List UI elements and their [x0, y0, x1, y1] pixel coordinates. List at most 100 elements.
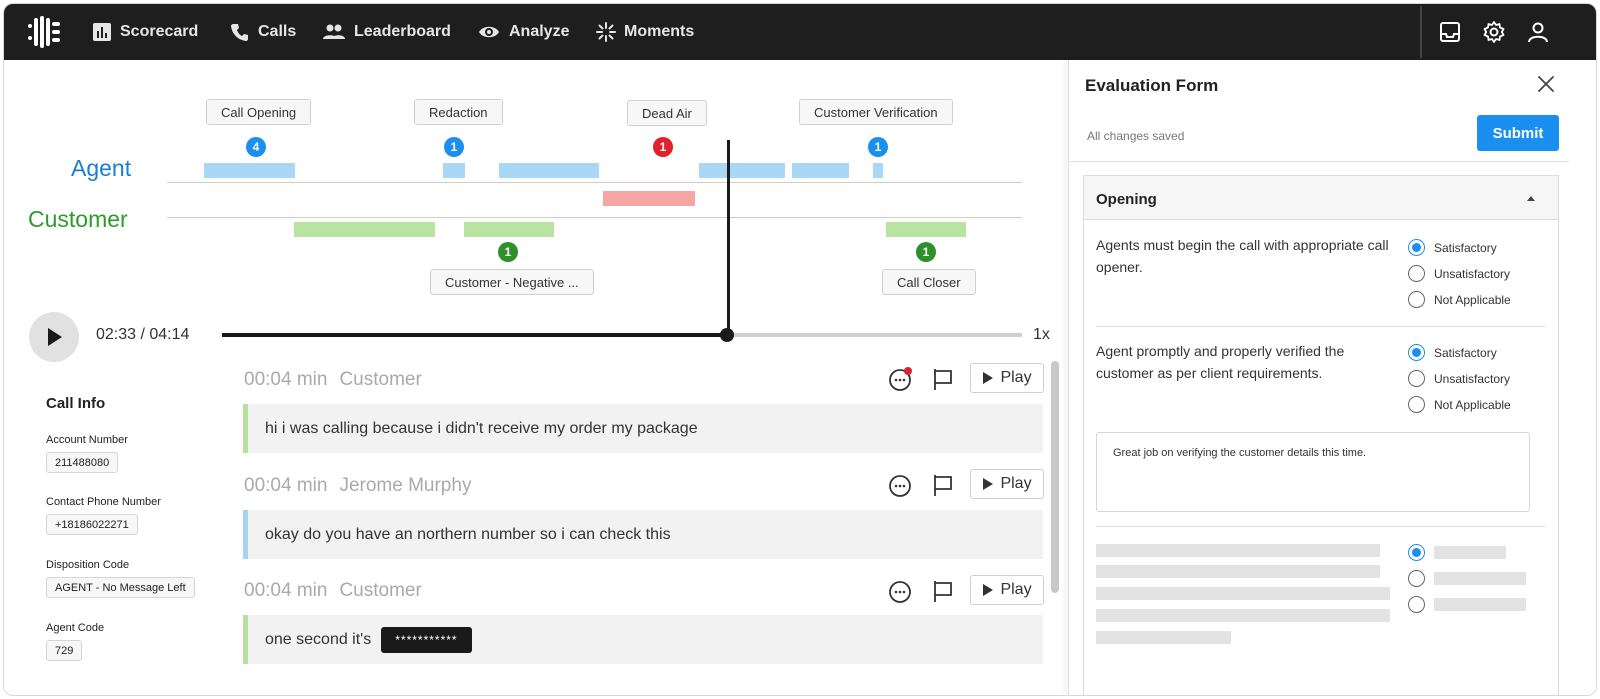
inbox-icon[interactable]	[1438, 20, 1462, 44]
transcript-scrollbar[interactable]	[1051, 361, 1059, 593]
play-icon	[983, 584, 994, 596]
playback-speed[interactable]: 1x	[1033, 326, 1050, 344]
moment-tag-customer-verification[interactable]: Customer Verification	[799, 99, 953, 125]
play-segment-button[interactable]: Play	[970, 575, 1044, 605]
flag-icon[interactable]	[930, 366, 956, 392]
nav-analyze[interactable]: Analyze	[477, 4, 569, 60]
app-window: Scorecard Calls Leaderboard Analyze Mome…	[3, 3, 1597, 696]
moment-count-badge[interactable]: 4	[246, 137, 266, 157]
option-satisfactory[interactable]: Satisfactory	[1408, 239, 1497, 256]
user-icon[interactable]	[1526, 20, 1550, 44]
message-text: one second it's	[265, 630, 372, 648]
submit-button[interactable]: Submit	[1477, 115, 1559, 151]
agent-track-line	[167, 182, 1022, 183]
option-placeholder[interactable]	[1408, 596, 1526, 613]
agent-label: Agent	[71, 155, 132, 181]
entry-speaker: Customer	[339, 369, 422, 390]
comment-icon[interactable]	[887, 578, 913, 604]
flag-icon[interactable]	[930, 578, 956, 604]
radio[interactable]	[1408, 596, 1425, 613]
option-unsatisfactory[interactable]: Unsatisfactory	[1408, 370, 1510, 387]
question-divider	[1096, 326, 1546, 327]
nav-calls[interactable]: Calls	[230, 4, 296, 60]
play-button[interactable]	[29, 312, 79, 362]
radio[interactable]	[1408, 291, 1425, 308]
account-number-value: 211488080	[46, 452, 119, 473]
close-icon[interactable]	[1535, 73, 1557, 95]
option-placeholder[interactable]	[1408, 544, 1506, 561]
eye-icon	[479, 26, 499, 38]
gear-icon[interactable]	[1482, 20, 1506, 44]
option-label: Not Applicable	[1434, 292, 1511, 307]
nav-label: Calls	[258, 23, 297, 40]
redacted-text: ***********	[381, 626, 472, 653]
moment-count-badge[interactable]: 1	[498, 242, 518, 262]
section-header[interactable]: Opening	[1084, 176, 1558, 220]
loading-placeholder	[1434, 546, 1506, 559]
play-segment-button[interactable]: Play	[970, 469, 1044, 499]
playhead-line[interactable]	[727, 140, 730, 336]
loading-placeholder	[1434, 598, 1526, 611]
comment-icon[interactable]	[887, 472, 913, 498]
nav-label: Leaderboard	[354, 23, 451, 40]
disposition-code-value: AGENT - No Message Left	[46, 577, 195, 598]
transcript-message: one second it's ***********	[243, 615, 1043, 664]
agent-speech-segment[interactable]	[443, 163, 465, 178]
option-unsatisfactory[interactable]: Unsatisfactory	[1408, 265, 1510, 282]
flag-icon[interactable]	[930, 472, 956, 498]
radio[interactable]	[1408, 370, 1425, 387]
agent-speech-segment[interactable]	[699, 163, 785, 178]
transcript-message: okay do you have an northern number so i…	[243, 510, 1043, 559]
logo-icon[interactable]	[26, 14, 62, 50]
radio-selected[interactable]	[1408, 544, 1425, 561]
entry-time: 00:04 min	[244, 580, 328, 601]
play-icon	[48, 328, 62, 346]
radio-selected[interactable]	[1408, 239, 1425, 256]
transcript-entry-header: 00:04 min Customer	[244, 369, 422, 391]
moment-count-badge[interactable]: 1	[653, 137, 673, 157]
loading-placeholder	[1096, 565, 1380, 578]
moment-count-badge[interactable]: 1	[868, 137, 888, 157]
agent-speech-segment[interactable]	[873, 163, 883, 178]
option-placeholder[interactable]	[1408, 570, 1526, 587]
radio[interactable]	[1408, 570, 1425, 587]
moment-tag-customer-negative[interactable]: Customer - Negative ...	[430, 269, 594, 295]
play-segment-button[interactable]: Play	[970, 363, 1044, 393]
bar-chart-icon	[93, 23, 111, 41]
customer-speech-segment[interactable]	[464, 222, 554, 237]
seek-bar[interactable]	[222, 333, 1022, 337]
loading-placeholder	[1096, 544, 1380, 557]
radio[interactable]	[1408, 265, 1425, 282]
section-opening: Opening Agents must begin the call with …	[1083, 175, 1559, 695]
nav-moments[interactable]: Moments	[596, 4, 694, 60]
moment-tag-dead-air[interactable]: Dead Air	[627, 100, 707, 126]
moment-count-badge[interactable]: 1	[916, 242, 936, 262]
account-number-label: Account Number	[46, 434, 128, 446]
top-nav: Scorecard Calls Leaderboard Analyze Mome…	[4, 4, 1596, 60]
loading-placeholder	[1434, 572, 1526, 585]
moment-tag-call-closer[interactable]: Call Closer	[882, 269, 976, 295]
radio-selected[interactable]	[1408, 344, 1425, 361]
section-title: Opening	[1096, 191, 1157, 208]
moment-tag-call-opening[interactable]: Call Opening	[206, 99, 312, 125]
moment-count-badge[interactable]: 1	[444, 137, 464, 157]
dead-air-segment[interactable]	[603, 191, 695, 206]
agent-speech-segment[interactable]	[499, 163, 599, 178]
option-satisfactory[interactable]: Satisfactory	[1408, 344, 1497, 361]
nav-scorecard[interactable]: Scorecard	[92, 4, 198, 60]
comment-field[interactable]: Great job on verifying the customer deta…	[1096, 432, 1530, 512]
message-text: hi i was calling because i didn't receiv…	[265, 419, 698, 437]
option-not-applicable[interactable]: Not Applicable	[1408, 291, 1511, 308]
radio[interactable]	[1408, 396, 1425, 413]
moment-tag-redaction[interactable]: Redaction	[414, 99, 503, 125]
loading-placeholder	[1096, 587, 1390, 600]
entry-speaker: Jerome Murphy	[339, 475, 472, 496]
customer-speech-segment[interactable]	[294, 222, 435, 237]
comment-icon[interactable]	[887, 366, 913, 392]
seek-thumb[interactable]	[720, 328, 734, 342]
nav-leaderboard[interactable]: Leaderboard	[322, 4, 451, 60]
agent-speech-segment[interactable]	[792, 163, 849, 178]
option-not-applicable[interactable]: Not Applicable	[1408, 396, 1511, 413]
customer-speech-segment[interactable]	[886, 222, 966, 237]
agent-speech-segment[interactable]	[204, 163, 295, 178]
